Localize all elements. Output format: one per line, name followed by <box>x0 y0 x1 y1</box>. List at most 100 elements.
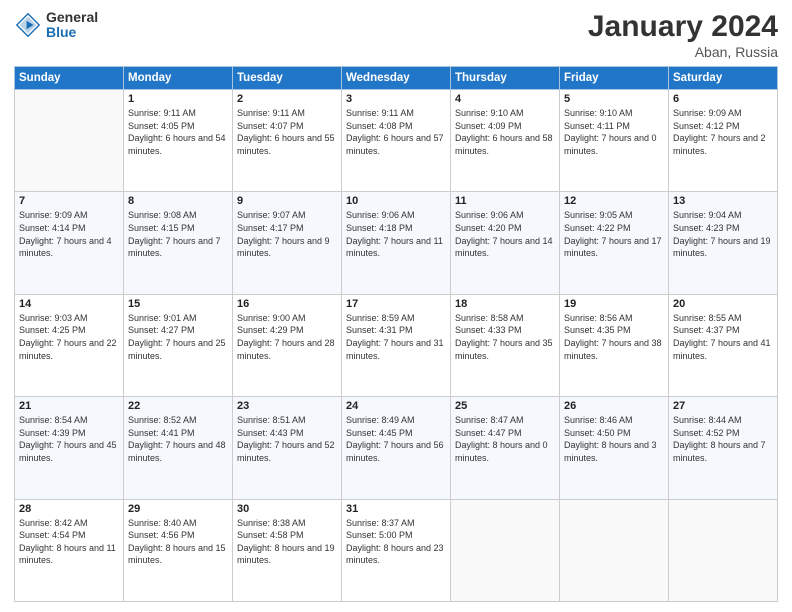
calendar-week-4: 21 Sunrise: 8:54 AMSunset: 4:39 PMDayligh… <box>15 397 778 499</box>
day-info: Sunrise: 8:51 AMSunset: 4:43 PMDaylight:… <box>237 414 337 464</box>
calendar-week-2: 7 Sunrise: 9:09 AMSunset: 4:14 PMDaylight… <box>15 192 778 294</box>
day-number: 21 <box>19 400 119 412</box>
calendar-cell: 6Sunrise: 9:09 AMSunset: 4:12 PMDaylight… <box>669 90 778 192</box>
day-info: Sunrise: 9:09 AMSunset: 4:14 PMDaylight:… <box>19 209 119 259</box>
day-number: 5 <box>564 93 664 105</box>
calendar-cell: 12Sunrise: 9:05 AMSunset: 4:22 PMDayligh… <box>560 192 669 294</box>
day-info: Sunrise: 8:40 AMSunset: 4:56 PMDaylight:… <box>128 517 228 567</box>
day-info: Sunrise: 8:59 AMSunset: 4:31 PMDaylight:… <box>346 312 446 362</box>
calendar-cell: 2 Sunrise: 9:11 AMSunset: 4:07 PMDaylight… <box>233 90 342 192</box>
calendar-cell: 31 Sunrise: 8:37 AMSunset: 5:00 PMDayligh… <box>342 499 451 601</box>
calendar-cell: 18Sunrise: 8:58 AMSunset: 4:33 PMDayligh… <box>451 294 560 396</box>
weekday-header-sunday: Sunday <box>15 67 124 90</box>
day-info: Sunrise: 8:38 AMSunset: 4:58 PMDaylight:… <box>237 517 337 567</box>
weekday-header-saturday: Saturday <box>669 67 778 90</box>
calendar-cell <box>15 90 124 192</box>
title-block: January 2024 Aban, Russia <box>588 10 778 60</box>
day-info: Sunrise: 8:44 AMSunset: 4:52 PMDaylight:… <box>673 414 773 464</box>
day-number: 28 <box>19 503 119 515</box>
day-number: 3 <box>346 93 446 105</box>
calendar-cell: 17 Sunrise: 8:59 AMSunset: 4:31 PMDayligh… <box>342 294 451 396</box>
day-info: Sunrise: 8:37 AMSunset: 5:00 PMDaylight:… <box>346 517 446 567</box>
day-number: 25 <box>455 400 555 412</box>
day-number: 14 <box>19 298 119 310</box>
calendar-cell: 15 Sunrise: 9:01 AMSunset: 4:27 PMDayligh… <box>124 294 233 396</box>
day-info: Sunrise: 9:11 AMSunset: 4:07 PMDaylight:… <box>237 107 337 157</box>
calendar-cell: 28 Sunrise: 8:42 AMSunset: 4:54 PMDayligh… <box>15 499 124 601</box>
calendar-cell: 16Sunrise: 9:00 AMSunset: 4:29 PMDayligh… <box>233 294 342 396</box>
calendar-cell: 30Sunrise: 8:38 AMSunset: 4:58 PMDayligh… <box>233 499 342 601</box>
logo-text: General Blue <box>46 10 98 41</box>
day-number: 9 <box>237 195 337 207</box>
calendar-cell: 9 Sunrise: 9:07 AMSunset: 4:17 PMDaylight… <box>233 192 342 294</box>
day-number: 23 <box>237 400 337 412</box>
calendar-cell: 25 Sunrise: 8:47 AMSunset: 4:47 PMDayligh… <box>451 397 560 499</box>
day-info: Sunrise: 9:08 AMSunset: 4:15 PMDaylight:… <box>128 209 228 259</box>
day-info: Sunrise: 9:01 AMSunset: 4:27 PMDaylight:… <box>128 312 228 362</box>
weekday-header-monday: Monday <box>124 67 233 90</box>
day-number: 12 <box>564 195 664 207</box>
day-number: 2 <box>237 93 337 105</box>
day-number: 7 <box>19 195 119 207</box>
day-info: Sunrise: 9:06 AMSunset: 4:18 PMDaylight:… <box>346 209 446 259</box>
day-info: Sunrise: 9:10 AMSunset: 4:11 PMDaylight:… <box>564 107 664 157</box>
day-info: Sunrise: 8:47 AMSunset: 4:47 PMDaylight:… <box>455 414 555 464</box>
day-number: 1 <box>128 93 228 105</box>
day-number: 11 <box>455 195 555 207</box>
calendar-cell <box>669 499 778 601</box>
day-info: Sunrise: 9:06 AMSunset: 4:20 PMDaylight:… <box>455 209 555 259</box>
calendar-cell: 23 Sunrise: 8:51 AMSunset: 4:43 PMDayligh… <box>233 397 342 499</box>
day-info: Sunrise: 9:11 AMSunset: 4:08 PMDaylight:… <box>346 107 446 157</box>
calendar-cell: 11 Sunrise: 9:06 AMSunset: 4:20 PMDayligh… <box>451 192 560 294</box>
logo-general: General <box>46 10 98 25</box>
calendar-cell: 3 Sunrise: 9:11 AMSunset: 4:08 PMDaylight… <box>342 90 451 192</box>
day-info: Sunrise: 8:42 AMSunset: 4:54 PMDaylight:… <box>19 517 119 567</box>
weekday-header-row: SundayMondayTuesdayWednesdayThursdayFrid… <box>15 67 778 90</box>
day-info: Sunrise: 8:46 AMSunset: 4:50 PMDaylight:… <box>564 414 664 464</box>
calendar-week-1: 1 Sunrise: 9:11 AMSunset: 4:05 PMDaylight… <box>15 90 778 192</box>
day-number: 13 <box>673 195 773 207</box>
day-info: Sunrise: 8:49 AMSunset: 4:45 PMDaylight:… <box>346 414 446 464</box>
logo: General Blue <box>14 10 98 41</box>
day-info: Sunrise: 9:07 AMSunset: 4:17 PMDaylight:… <box>237 209 337 259</box>
day-info: Sunrise: 9:10 AMSunset: 4:09 PMDaylight:… <box>455 107 555 157</box>
day-number: 8 <box>128 195 228 207</box>
day-number: 27 <box>673 400 773 412</box>
calendar-cell: 24 Sunrise: 8:49 AMSunset: 4:45 PMDayligh… <box>342 397 451 499</box>
calendar-cell: 19 Sunrise: 8:56 AMSunset: 4:35 PMDayligh… <box>560 294 669 396</box>
calendar-cell: 10Sunrise: 9:06 AMSunset: 4:18 PMDayligh… <box>342 192 451 294</box>
day-info: Sunrise: 8:52 AMSunset: 4:41 PMDaylight:… <box>128 414 228 464</box>
calendar-cell <box>451 499 560 601</box>
day-info: Sunrise: 8:55 AMSunset: 4:37 PMDaylight:… <box>673 312 773 362</box>
logo-blue: Blue <box>46 25 98 40</box>
calendar-cell: 13 Sunrise: 9:04 AMSunset: 4:23 PMDayligh… <box>669 192 778 294</box>
month-title: January 2024 <box>588 10 778 44</box>
day-info: Sunrise: 9:00 AMSunset: 4:29 PMDaylight:… <box>237 312 337 362</box>
calendar-cell: 22Sunrise: 8:52 AMSunset: 4:41 PMDayligh… <box>124 397 233 499</box>
day-number: 24 <box>346 400 446 412</box>
day-number: 15 <box>128 298 228 310</box>
day-info: Sunrise: 8:54 AMSunset: 4:39 PMDaylight:… <box>19 414 119 464</box>
day-info: Sunrise: 9:11 AMSunset: 4:05 PMDaylight:… <box>128 107 228 157</box>
calendar-cell: 4Sunrise: 9:10 AMSunset: 4:09 PMDaylight… <box>451 90 560 192</box>
calendar-cell: 29Sunrise: 8:40 AMSunset: 4:56 PMDayligh… <box>124 499 233 601</box>
day-number: 18 <box>455 298 555 310</box>
calendar-cell: 21 Sunrise: 8:54 AMSunset: 4:39 PMDayligh… <box>15 397 124 499</box>
day-number: 17 <box>346 298 446 310</box>
calendar-cell: 27 Sunrise: 8:44 AMSunset: 4:52 PMDayligh… <box>669 397 778 499</box>
day-info: Sunrise: 9:03 AMSunset: 4:25 PMDaylight:… <box>19 312 119 362</box>
day-number: 31 <box>346 503 446 515</box>
logo-icon <box>14 11 42 39</box>
header: General Blue January 2024 Aban, Russia <box>14 10 778 60</box>
calendar-week-5: 28 Sunrise: 8:42 AMSunset: 4:54 PMDayligh… <box>15 499 778 601</box>
day-info: Sunrise: 9:04 AMSunset: 4:23 PMDaylight:… <box>673 209 773 259</box>
day-info: Sunrise: 8:56 AMSunset: 4:35 PMDaylight:… <box>564 312 664 362</box>
location: Aban, Russia <box>588 44 778 60</box>
page: General Blue January 2024 Aban, Russia S… <box>0 0 792 612</box>
day-number: 20 <box>673 298 773 310</box>
calendar-cell <box>560 499 669 601</box>
calendar-cell: 7 Sunrise: 9:09 AMSunset: 4:14 PMDaylight… <box>15 192 124 294</box>
day-info: Sunrise: 9:09 AMSunset: 4:12 PMDaylight:… <box>673 107 773 157</box>
day-number: 19 <box>564 298 664 310</box>
weekday-header-friday: Friday <box>560 67 669 90</box>
